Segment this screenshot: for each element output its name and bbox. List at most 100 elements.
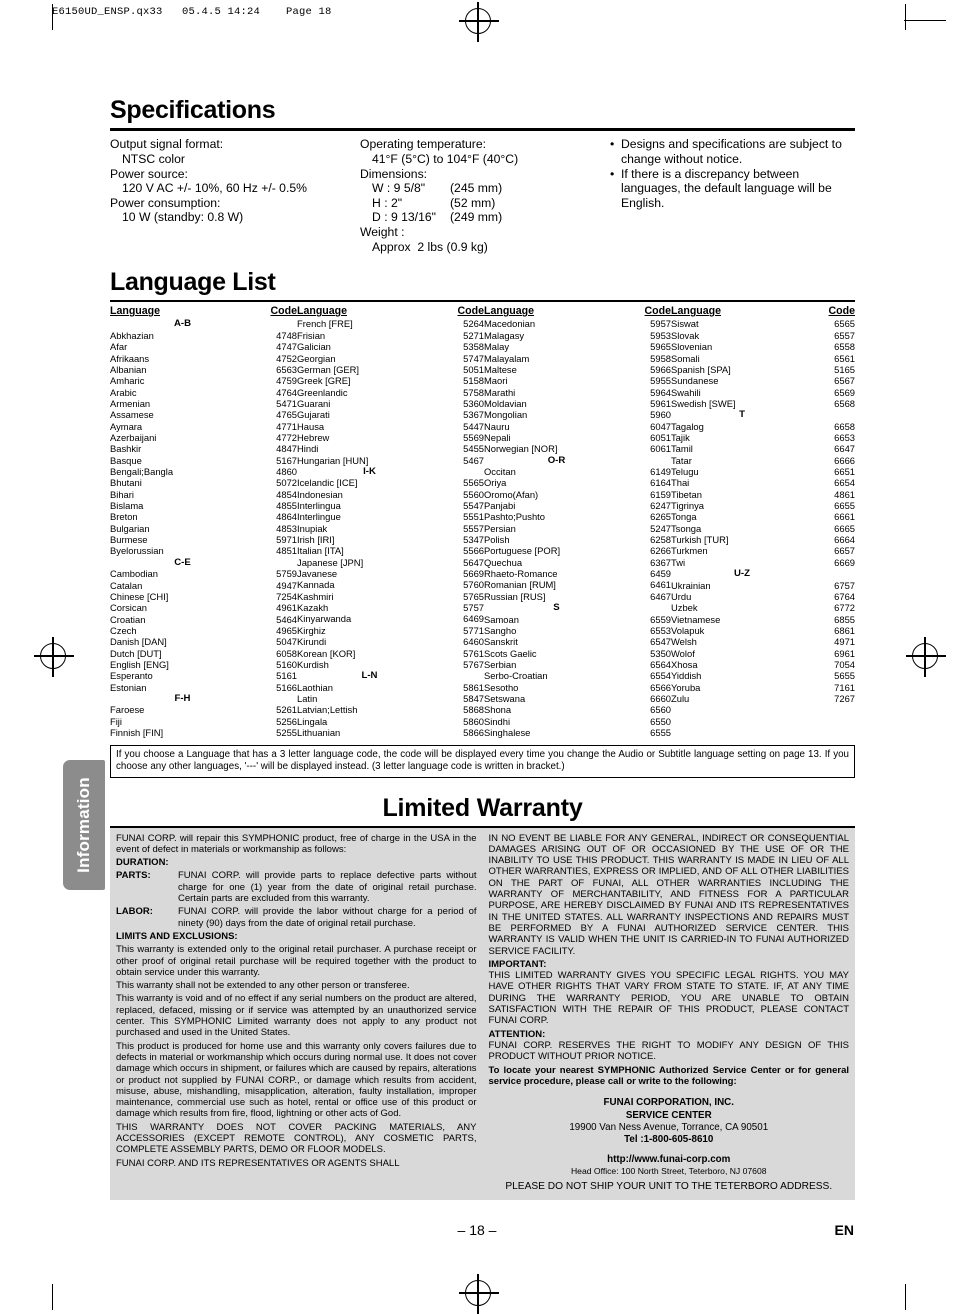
language-name: Cambodian xyxy=(110,568,158,580)
language-row: Lingala 5860 xyxy=(297,716,484,727)
language-code: 4759 xyxy=(276,375,297,387)
language-name: Uzbek xyxy=(671,602,698,614)
language-row: Bhutani 5072 xyxy=(110,477,297,488)
language-code: 6657 xyxy=(834,545,855,557)
code-header-label: Code xyxy=(270,305,297,318)
warranty-limits-paragraphs: This warranty is extended only to the or… xyxy=(116,944,477,1169)
language-name: Volapuk xyxy=(671,624,705,636)
warranty-intro: FUNAI CORP. will repair this SYMPHONIC p… xyxy=(116,832,477,855)
language-name: Azerbaijani xyxy=(110,431,157,443)
language-code: 6660 xyxy=(650,692,671,704)
language-group-label: O-R xyxy=(547,454,566,466)
language-row: Abkhazian 4748 xyxy=(110,330,297,341)
language-name: Laothian xyxy=(297,681,333,693)
code-header-label: Code xyxy=(457,305,484,318)
language-name: Tatar xyxy=(671,454,692,466)
language-name: Danish [DAN] xyxy=(110,636,167,648)
language-code: 5771 xyxy=(463,624,484,636)
language-code: 4971 xyxy=(834,636,855,648)
language-name: Croatian xyxy=(110,613,146,625)
language-code: 5757 xyxy=(463,602,484,614)
language-code: 5569 xyxy=(463,431,484,443)
language-row: Bihari 4854 xyxy=(110,489,297,500)
warranty-locate-service-text: To locate your nearest SYMPHONIC Authori… xyxy=(488,1064,850,1087)
language-row: Romanian [RUM] 6461 xyxy=(484,579,671,590)
language-row: Frisian 5271 xyxy=(297,330,484,341)
language-row: Turkmen 6657 xyxy=(671,545,855,556)
language-row: Uzbek 6772 xyxy=(671,602,855,613)
language-name: Macedonian xyxy=(484,318,536,330)
language-row: Oriya 6164 xyxy=(484,477,671,488)
warranty-important-heading: IMPORTANT: xyxy=(488,958,547,970)
language-code: 5072 xyxy=(276,477,297,489)
language-row: Bashkir 4847 xyxy=(110,443,297,454)
language-name: Xhosa xyxy=(671,658,698,670)
language-name: Lithuanian xyxy=(297,726,341,738)
contact-head-office: Head Office: 100 North Street, Teterboro… xyxy=(570,1166,767,1177)
language-code: 5271 xyxy=(463,329,484,341)
language-list-table: Language Code A-B Abkhazian 4748 Afar 4747 Afri… xyxy=(110,305,855,738)
language-row: Interlingua 5547 xyxy=(297,500,484,511)
language-row: Hindi 5455 xyxy=(297,443,484,454)
language-code: 6547 xyxy=(650,636,671,648)
language-code: 6061 xyxy=(650,443,671,455)
language-row: Occitan 6149 xyxy=(484,466,671,477)
language-row: Rhaeto-Romance 6459 xyxy=(484,568,671,579)
specifications-heading: Specifications xyxy=(110,96,276,124)
language-code: 6665 xyxy=(834,522,855,534)
language-code: 7267 xyxy=(834,692,855,704)
language-row: Xhosa 7054 xyxy=(671,659,855,670)
language-header-label: Language xyxy=(297,305,348,318)
language-name: Polish xyxy=(484,534,510,546)
language-name: Latvian;Lettish xyxy=(297,704,358,716)
language-name: Japanese [JPN] xyxy=(297,556,364,568)
language-code: 5360 xyxy=(463,397,484,409)
language-row: Setswana 6660 xyxy=(484,693,671,704)
language-row: Moldavian 5961 xyxy=(484,398,671,409)
language-row: Lithuanian 5866 xyxy=(297,727,484,738)
language-code: 4855 xyxy=(276,500,297,512)
language-name: Bashkir xyxy=(110,443,142,455)
language-name: Portuguese [POR] xyxy=(484,545,561,557)
contact-company: FUNAI CORPORATION, INC. xyxy=(603,1097,734,1109)
language-code: 6554 xyxy=(650,670,671,682)
language-name: Dutch [DUT] xyxy=(110,647,162,659)
language-code: 6460 xyxy=(463,636,484,648)
language-code: 5966 xyxy=(650,363,671,375)
language-name: Turkish [TUR] xyxy=(671,534,729,546)
language-row: Estonian 5166 xyxy=(110,682,297,693)
language-name: Panjabi xyxy=(484,500,516,512)
language-name: Spanish [SPA] xyxy=(671,363,731,375)
spec-note-text: If there is a discrepancy between langua… xyxy=(621,166,832,210)
language-name: Sesotho xyxy=(484,681,519,693)
language-name: Tagalog xyxy=(671,420,704,432)
specifications-column-2: Operating temperature: 41°F (5°C) to 104°… xyxy=(360,137,610,254)
language-code: 5560 xyxy=(463,488,484,500)
language-row: Arabic 4764 xyxy=(110,387,297,398)
language-row: Scots Gaelic 5350 xyxy=(484,648,671,659)
contact-website-link[interactable]: http://www.funai-corp.com xyxy=(489,1154,850,1166)
language-row: Slovenian 6558 xyxy=(671,341,855,352)
language-code: 6669 xyxy=(834,556,855,568)
language-code: 5861 xyxy=(463,681,484,693)
language-row: Korean [KOR] 5761 xyxy=(297,648,484,659)
language-code: 5167 xyxy=(276,454,297,466)
language-name: Kannada xyxy=(297,579,335,591)
language-code: 5161 xyxy=(276,670,297,682)
language-name: Indonesian xyxy=(297,488,343,500)
language-code: 5557 xyxy=(463,522,484,534)
language-column-header: Language Code xyxy=(484,305,671,318)
language-code: 5847 xyxy=(463,692,484,704)
language-code: 6051 xyxy=(650,431,671,443)
language-row: Marathi 5964 xyxy=(484,387,671,398)
language-code: 5264 xyxy=(463,318,484,330)
spec-line: 120 V AC +/- 10%, 60 Hz +/- 0.5% xyxy=(122,181,307,196)
language-code: 5860 xyxy=(463,715,484,727)
language-row: Tagalog 6658 xyxy=(671,421,855,432)
language-name: Armenian xyxy=(110,397,151,409)
language-code: 5961 xyxy=(650,397,671,409)
language-row: Esperanto 5161 xyxy=(110,670,297,681)
language-code: 5958 xyxy=(650,352,671,364)
language-code: 5953 xyxy=(650,329,671,341)
language-row: Laothian 5861 xyxy=(297,682,484,693)
